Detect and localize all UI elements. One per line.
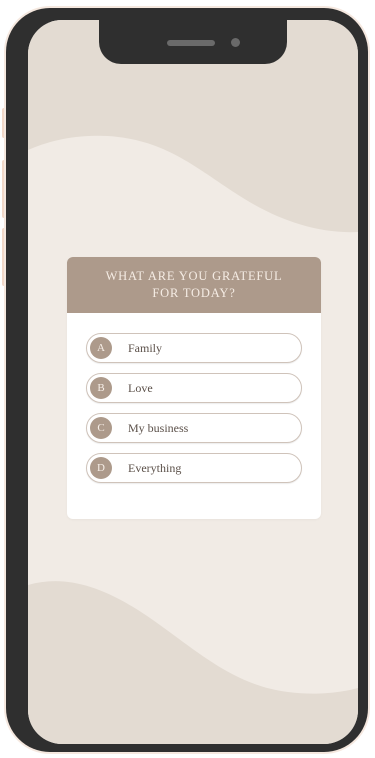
phone-notch <box>99 16 287 64</box>
quiz-options: A Family B Love C My business D Everythi… <box>67 313 321 483</box>
option-d-label: Everything <box>128 460 182 475</box>
question-line-2: FOR TODAY? <box>152 286 236 300</box>
option-b-label: Love <box>128 380 153 395</box>
option-c-button[interactable]: C My business <box>86 413 302 443</box>
phone-mockup: WHAT ARE YOU GRATEFUL FOR TODAY? A Famil… <box>0 0 375 758</box>
option-a-badge: A <box>90 337 112 359</box>
option-b-badge: B <box>90 377 112 399</box>
option-b-button[interactable]: B Love <box>86 373 302 403</box>
option-a-button[interactable]: A Family <box>86 333 302 363</box>
question-line-1: WHAT ARE YOU GRATEFUL <box>105 269 283 283</box>
speaker-grille <box>167 40 215 46</box>
option-c-badge: C <box>90 417 112 439</box>
option-a-label: Family <box>128 340 163 355</box>
option-d-button[interactable]: D Everything <box>86 453 302 483</box>
quiz-question: WHAT ARE YOU GRATEFUL FOR TODAY? <box>67 257 321 313</box>
option-d-badge: D <box>90 457 112 479</box>
option-c-label: My business <box>128 420 189 435</box>
front-camera <box>231 38 240 47</box>
bottom-wave-shape <box>28 581 358 744</box>
quiz-card: WHAT ARE YOU GRATEFUL FOR TODAY? A Famil… <box>67 257 321 519</box>
